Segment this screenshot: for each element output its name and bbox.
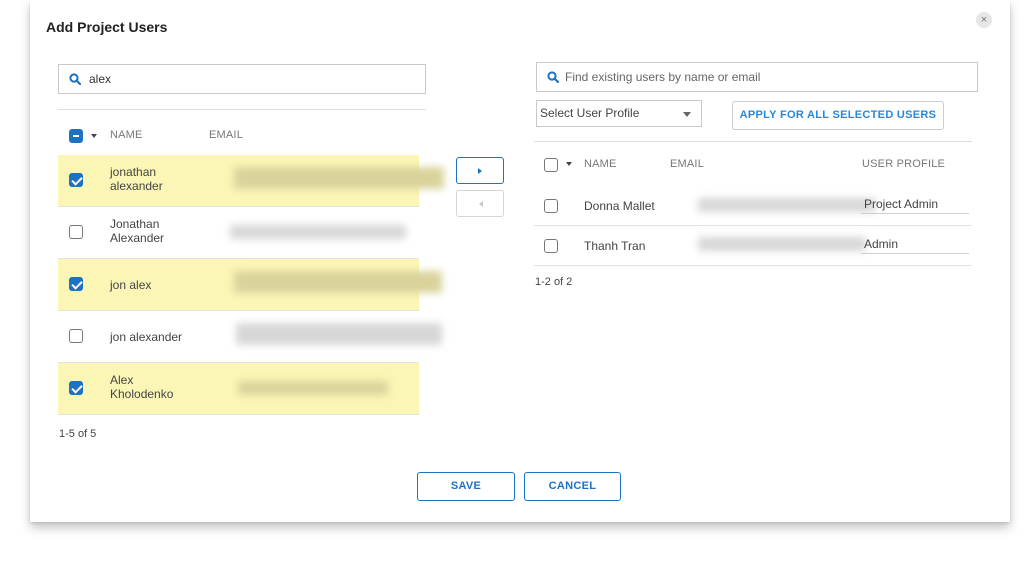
row-checkbox[interactable] bbox=[69, 225, 83, 239]
redacted-email bbox=[698, 237, 866, 251]
user-search-input[interactable] bbox=[89, 70, 409, 88]
row-checkbox[interactable] bbox=[544, 239, 558, 253]
row-checkbox[interactable] bbox=[69, 381, 83, 395]
user-profile-select[interactable]: Select User Profile bbox=[536, 100, 702, 127]
user-name: Jonathan Alexander bbox=[110, 217, 165, 245]
user-name: Thanh Tran bbox=[584, 239, 646, 253]
row-checkbox[interactable] bbox=[69, 329, 83, 343]
user-profile-field[interactable]: Project Admin bbox=[861, 194, 969, 214]
table-row[interactable]: jon alexander bbox=[58, 311, 442, 363]
right-pagination-count: 1-2 of 2 bbox=[535, 276, 573, 288]
redacted-email bbox=[698, 198, 876, 212]
right-table-divider bbox=[534, 141, 972, 142]
cancel-button[interactable]: CANCEL bbox=[524, 472, 621, 501]
redacted-email bbox=[238, 381, 388, 395]
select-menu-caret-icon[interactable] bbox=[91, 134, 97, 138]
row-checkbox[interactable] bbox=[69, 277, 83, 291]
left-pagination-count: 1-5 of 5 bbox=[59, 428, 97, 440]
search-icon bbox=[547, 71, 559, 83]
right-profile-column-header[interactable]: USER PROFILE bbox=[862, 158, 945, 170]
redacted-email bbox=[234, 271, 442, 293]
row-checkbox[interactable] bbox=[69, 173, 83, 187]
dialog-title: Add Project Users bbox=[46, 19, 168, 35]
left-name-column-header[interactable]: NAME bbox=[110, 129, 143, 141]
right-email-column-header[interactable]: EMAIL bbox=[670, 158, 704, 170]
redacted-email bbox=[230, 225, 406, 239]
right-select-all-checkbox[interactable] bbox=[544, 158, 558, 172]
save-button[interactable]: SAVE bbox=[417, 472, 515, 501]
add-project-users-dialog: Add Project Users × NAME EMAIL jonathana… bbox=[30, 0, 1010, 522]
redacted-email bbox=[234, 167, 444, 189]
right-search-box bbox=[536, 62, 978, 92]
left-email-column-header[interactable]: EMAIL bbox=[209, 129, 243, 141]
existing-users-search-input[interactable] bbox=[565, 68, 965, 86]
table-row[interactable]: Jonathan Alexander bbox=[58, 207, 419, 259]
remove-users-button[interactable] bbox=[456, 190, 504, 217]
redacted-email bbox=[236, 323, 442, 345]
add-users-button[interactable] bbox=[456, 157, 504, 184]
table-row[interactable]: Alex Kholodenko bbox=[58, 363, 419, 415]
apply-for-all-button[interactable]: APPLY FOR ALL SELECTED USERS bbox=[732, 101, 944, 130]
select-all-checkbox[interactable] bbox=[69, 129, 83, 143]
left-table-divider bbox=[58, 109, 426, 110]
user-name: jonathan alexander bbox=[110, 165, 163, 193]
search-icon bbox=[69, 73, 81, 85]
close-icon[interactable]: × bbox=[976, 12, 992, 28]
table-row[interactable]: jon alex bbox=[58, 259, 442, 311]
user-name: Alex Kholodenko bbox=[110, 373, 174, 401]
chevron-left-icon bbox=[479, 201, 483, 207]
user-profile-select-value: Select User Profile bbox=[540, 106, 640, 120]
row-checkbox[interactable] bbox=[544, 199, 558, 213]
right-name-column-header[interactable]: NAME bbox=[584, 158, 617, 170]
chevron-right-icon bbox=[478, 168, 482, 174]
left-search-box bbox=[58, 64, 426, 94]
right-select-menu-caret-icon[interactable] bbox=[566, 162, 572, 166]
user-name: Donna Mallet bbox=[584, 199, 655, 213]
user-name: jon alex bbox=[110, 278, 152, 292]
user-name: jon alexander bbox=[110, 330, 183, 344]
table-row[interactable]: Thanh Tran Admin bbox=[534, 226, 972, 266]
user-profile-field[interactable]: Admin bbox=[861, 234, 969, 254]
chevron-down-icon bbox=[683, 112, 691, 117]
table-row[interactable]: Donna Mallet Project Admin bbox=[534, 186, 972, 226]
table-row[interactable]: jonathan alexander bbox=[58, 155, 444, 207]
